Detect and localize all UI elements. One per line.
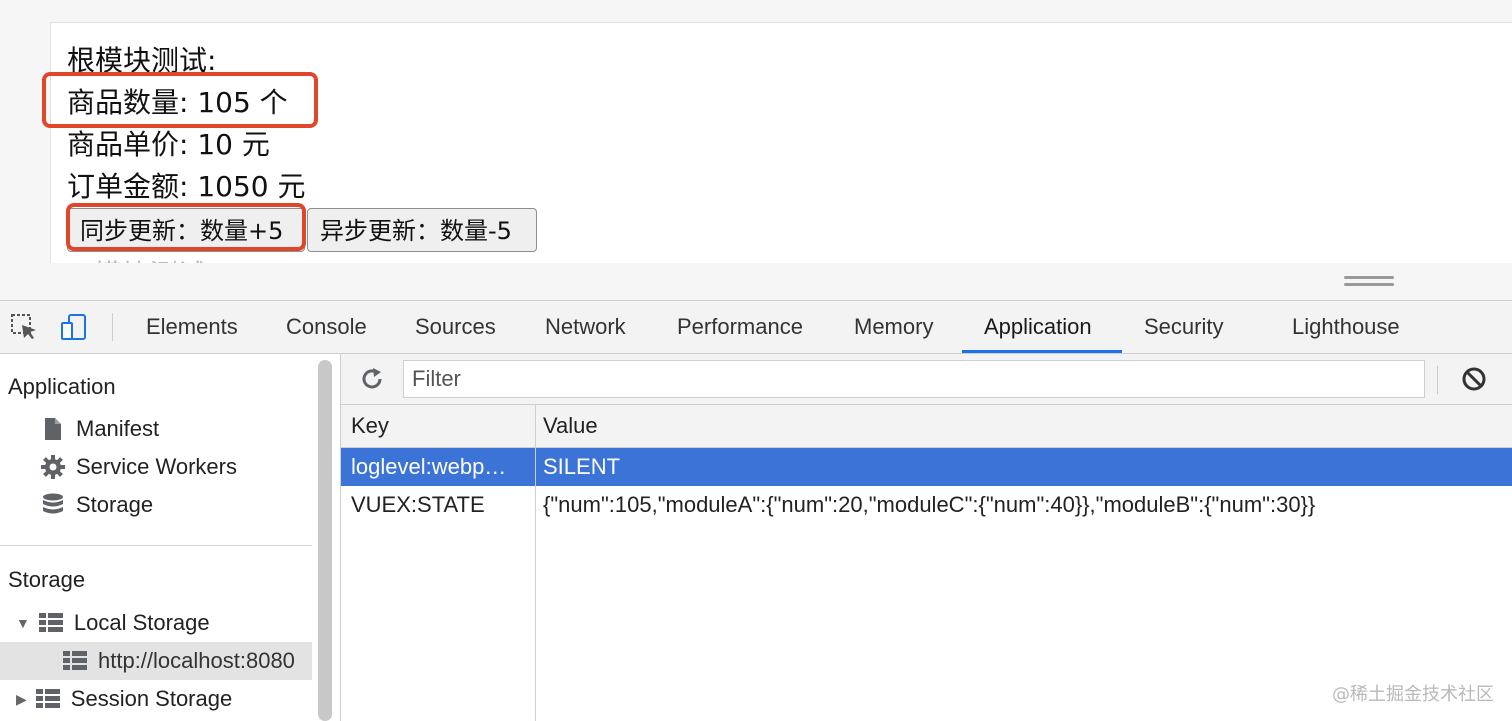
clear-all-icon[interactable] <box>1461 366 1487 392</box>
async-update-button[interactable]: 异步更新：数量-5 <box>307 208 537 252</box>
table-header: Key Value <box>341 405 1512 448</box>
storage-toolbar <box>341 354 1512 405</box>
sidebar-item-session-storage[interactable]: ▶ Session Storage <box>16 686 232 712</box>
tab-application[interactable]: Application <box>984 301 1092 353</box>
devtools-panel: Elements Console Sources Network Perform… <box>0 300 1512 721</box>
table-cell-value[interactable]: {"num":105,"moduleA":{"num":20,"moduleC"… <box>543 486 1315 524</box>
active-tab-indicator <box>962 350 1122 353</box>
tab-elements[interactable]: Elements <box>146 301 238 353</box>
tab-performance[interactable]: Performance <box>677 301 803 353</box>
refresh-icon[interactable] <box>359 366 385 392</box>
page-preview: 根模块测试: 商品数量: 105 个 商品单价: 10 元 订单金额: 1050… <box>50 22 1512 263</box>
table-cell-key[interactable]: VUEX:STATE <box>351 486 485 524</box>
application-sidebar: Application Manifest Service Workers Sto… <box>0 354 341 721</box>
table-icon <box>63 651 87 670</box>
column-divider[interactable] <box>535 405 536 721</box>
filter-input[interactable] <box>403 360 1425 398</box>
expand-triangle-icon[interactable]: ▼ <box>16 615 30 631</box>
tab-lighthouse[interactable]: Lighthouse <box>1292 301 1400 353</box>
sidebar-item-label: Local Storage <box>73 610 210 635</box>
database-icon <box>43 493 63 514</box>
sidebar-item-service-workers[interactable]: Service Workers <box>40 454 237 480</box>
page-title: 根模块测试: <box>67 44 217 77</box>
sidebar-item-label: http://localhost:8080 <box>98 648 295 673</box>
sidebar-item-label: Storage <box>76 492 154 517</box>
table-icon <box>38 613 63 632</box>
table-cell-key[interactable]: loglevel:webp… <box>351 448 506 486</box>
gear-icon <box>41 455 65 479</box>
devtools-tabbar: Elements Console Sources Network Perform… <box>0 301 1512 354</box>
sidebar-item-label: Manifest <box>76 416 160 441</box>
table-icon <box>35 689 60 708</box>
quantity-text: 商品数量: 105 个 <box>67 86 288 119</box>
drawer-resize-handle[interactable] <box>1344 276 1394 290</box>
sidebar-item-label: Session Storage <box>70 686 233 711</box>
tab-network[interactable]: Network <box>545 301 626 353</box>
toolbar-separator <box>112 313 113 341</box>
collapse-triangle-icon[interactable]: ▶ <box>16 691 27 708</box>
tab-console[interactable]: Console <box>286 301 367 353</box>
inspect-element-icon[interactable] <box>10 313 38 341</box>
sidebar-item-storage[interactable]: Storage <box>40 492 153 518</box>
sidebar-divider <box>0 545 312 546</box>
sync-update-button[interactable]: 同步更新：数量+5 <box>67 208 305 252</box>
sidebar-scrollbar[interactable] <box>318 360 332 721</box>
sidebar-header-storage: Storage <box>8 567 86 592</box>
cut-off-text: ···模块测试 <box>67 255 206 263</box>
column-header-value[interactable]: Value <box>543 407 598 445</box>
sidebar-item-label: Service Workers <box>76 454 237 479</box>
table-cell-value[interactable]: SILENT <box>543 448 620 486</box>
sidebar-header-application: Application <box>8 374 116 399</box>
watermark: @稀土掘金技术社区 <box>1332 684 1494 705</box>
price-text: 商品单价: 10 元 <box>67 128 270 161</box>
tab-sources[interactable]: Sources <box>415 301 496 353</box>
tab-memory[interactable]: Memory <box>854 301 933 353</box>
toolbar-separator <box>1437 366 1438 394</box>
sidebar-item-manifest[interactable]: Manifest <box>40 416 159 442</box>
file-icon <box>45 418 61 440</box>
tab-security[interactable]: Security <box>1144 301 1223 353</box>
column-header-key[interactable]: Key <box>351 407 389 445</box>
total-text: 订单金额: 1050 元 <box>67 170 306 203</box>
sidebar-item-local-storage[interactable]: ▼ Local Storage <box>16 610 210 636</box>
sidebar-item-localhost-origin[interactable]: http://localhost:8080 <box>62 648 295 674</box>
table-row-selected[interactable] <box>341 448 1512 486</box>
storage-view: Key Value loglevel:webp… SILENT VUEX:STA… <box>341 354 1512 721</box>
device-toolbar-icon[interactable] <box>60 313 88 341</box>
